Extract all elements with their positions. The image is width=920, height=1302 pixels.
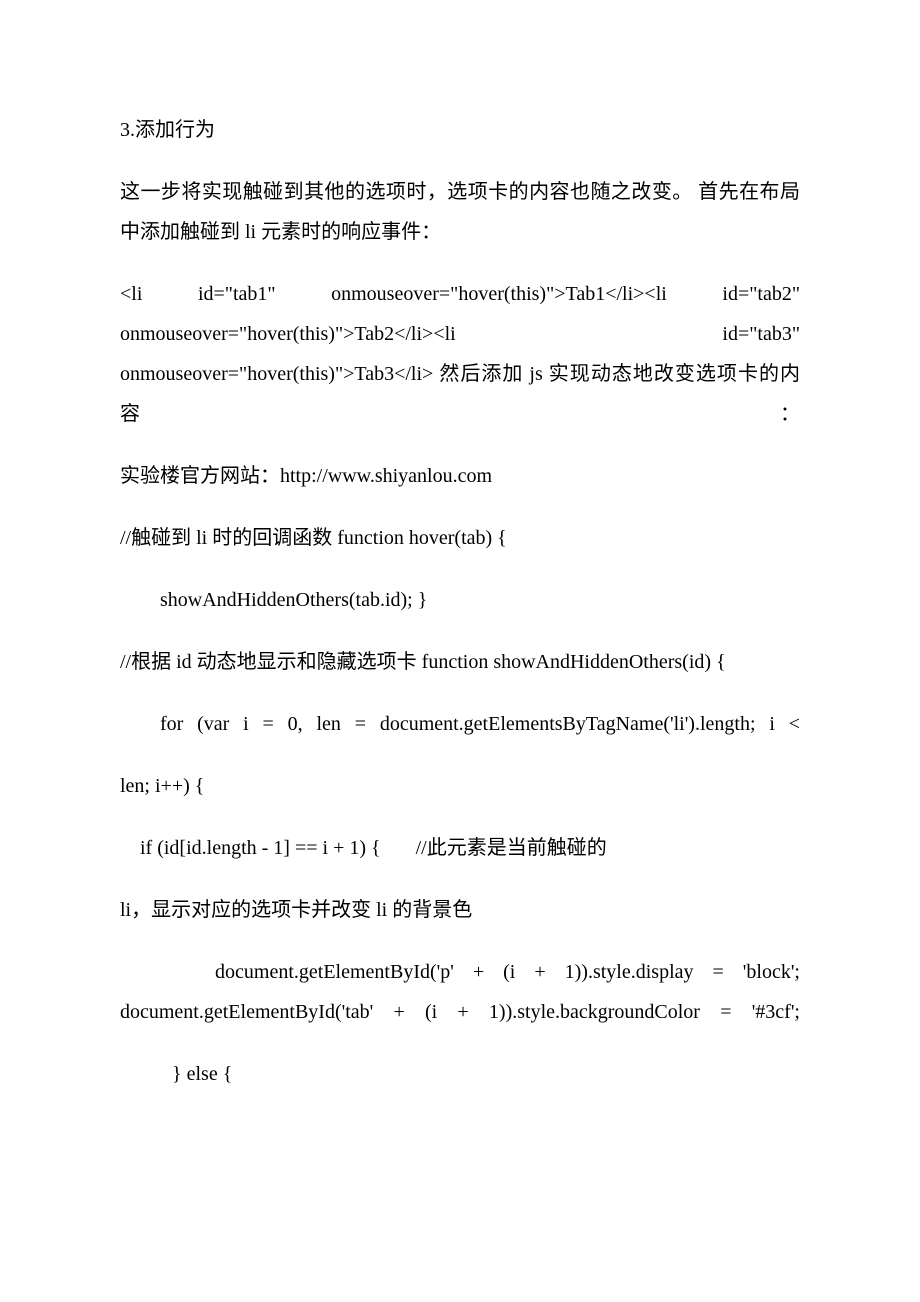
code-text: if (id[id.length - 1] == i + 1) { //此元素是…	[120, 828, 800, 868]
code-text: <li id="tab1" onmouseover="hover(this)">…	[120, 274, 800, 434]
document-page: 3.添加行为 这一步将实现触碰到其他的选项时，选项卡的内容也随之改变。 首先在布…	[0, 0, 920, 1302]
body-text: 这一步将实现触碰到其他的选项时，选项卡的内容也随之改变。 首先在布局中添加触碰到…	[120, 172, 800, 252]
code-text: //触碰到 li 时的回调函数 function hover(tab) {	[120, 518, 800, 558]
code-text: showAndHiddenOthers(tab.id); }	[120, 580, 800, 620]
heading-text: 3.添加行为	[120, 110, 800, 150]
code-text: document.getElementById('p' + (i + 1)).s…	[120, 952, 800, 1032]
code-text: //根据 id 动态地显示和隐藏选项卡 function showAndHidd…	[120, 642, 800, 682]
code-text: li，显示对应的选项卡并改变 li 的背景色	[120, 890, 800, 930]
code-text: } else {	[120, 1054, 800, 1094]
code-text: len; i++) {	[120, 766, 800, 806]
code-text: for (var i = 0, len = document.getElemen…	[120, 704, 800, 744]
body-text: 实验楼官方网站：http://www.shiyanlou.com	[120, 456, 800, 496]
